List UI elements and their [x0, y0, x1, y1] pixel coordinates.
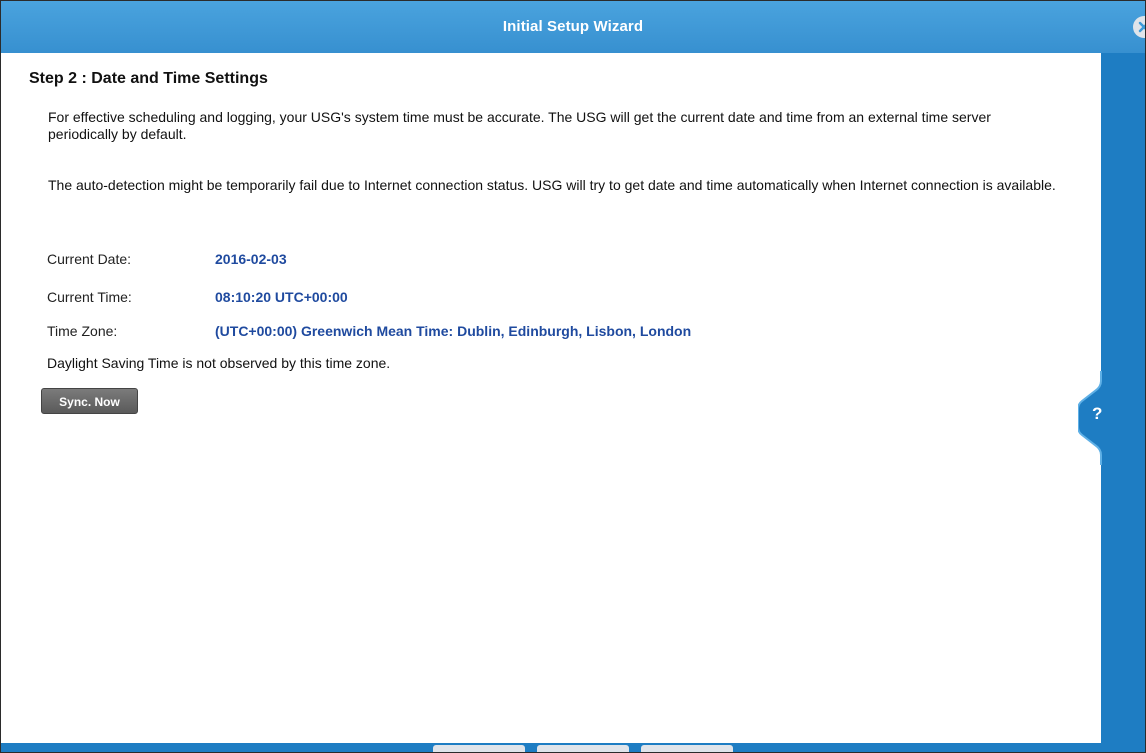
- time-zone-label: Time Zone:: [47, 323, 118, 339]
- footer-button-1[interactable]: [433, 745, 525, 752]
- time-zone-value: (UTC+00:00) Greenwich Mean Time: Dublin,…: [215, 323, 692, 339]
- current-date-value: 2016-02-03: [215, 251, 287, 267]
- auto-detection-note: The auto-detection might be temporarily …: [48, 177, 1056, 193]
- wizard-dialog: Initial Setup Wizard Step 2 : Date and T…: [0, 0, 1146, 753]
- footer-bar: [1, 743, 1145, 752]
- dialog-title: Initial Setup Wizard: [502, 18, 644, 35]
- footer-button-3[interactable]: [641, 745, 733, 752]
- dst-note: Daylight Saving Time is not observed by …: [47, 355, 391, 371]
- step-title: Step 2 : Date and Time Settings: [29, 70, 268, 87]
- current-time-label: Current Time:: [47, 289, 132, 305]
- sync-now-button[interactable]: Sync. Now: [41, 388, 138, 414]
- wizard-content: Step 2 : Date and Time Settings For effe…: [10, 53, 1101, 743]
- help-tab[interactable]: ?: [1077, 371, 1118, 465]
- close-button[interactable]: [1133, 16, 1145, 38]
- current-date-label: Current Date:: [47, 251, 132, 267]
- title-bar: Initial Setup Wizard: [1, 1, 1145, 53]
- close-icon: [1138, 21, 1145, 33]
- footer-button-2[interactable]: [537, 745, 629, 752]
- current-time-value: 08:10:20 UTC+00:00: [215, 289, 348, 305]
- intro-paragraph: For effective scheduling and logging, yo…: [48, 109, 991, 142]
- help-icon: ?: [1092, 404, 1103, 423]
